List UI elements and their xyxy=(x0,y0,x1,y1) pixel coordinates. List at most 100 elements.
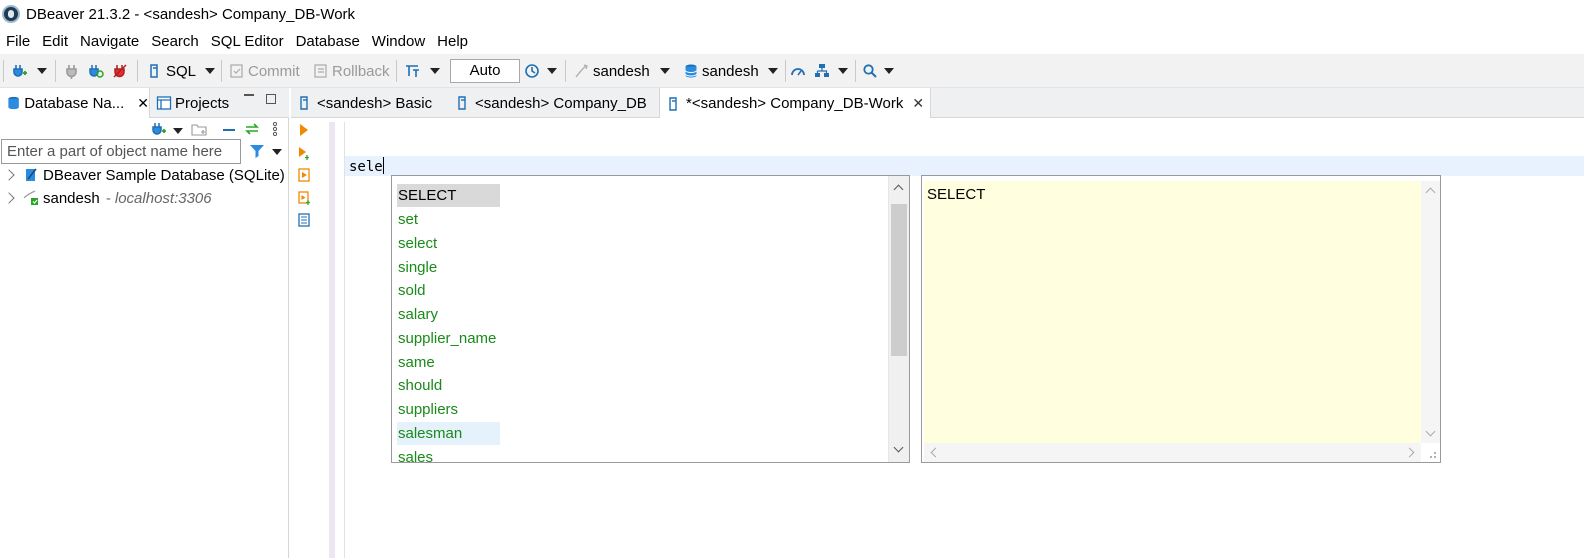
tab-projects-label: Projects xyxy=(175,94,230,112)
disconnect-button[interactable] xyxy=(112,60,128,82)
tab-sandesh-company-db[interactable]: <sandesh> Company_DB xyxy=(449,88,647,118)
tab-label: <sandesh> Basic xyxy=(317,94,433,112)
code-line[interactable]: sele xyxy=(349,157,384,176)
scroll-up-icon[interactable] xyxy=(1425,187,1436,198)
datasource-dropdown[interactable] xyxy=(660,60,670,82)
diagram-icon xyxy=(815,64,829,77)
erd-button[interactable] xyxy=(814,60,830,82)
collapse-all-icon[interactable] xyxy=(223,129,235,131)
autocomplete-item[interactable]: same xyxy=(397,351,500,374)
autocomplete-item[interactable]: SELECT xyxy=(397,184,500,207)
transaction-mode-icon xyxy=(406,65,419,77)
title-bar: DBeaver 21.3.2 - <sandesh> Company_DB-Wo… xyxy=(0,0,1584,30)
sql-button-label: SQL xyxy=(166,62,197,80)
tab-database-navigator[interactable]: Database Na... ✕ xyxy=(0,88,150,118)
toolbar-separator xyxy=(785,60,786,82)
rollback-button[interactable]: Rollback xyxy=(313,60,390,82)
toolbar-separator xyxy=(3,60,4,82)
sql-editor-button[interactable]: SQL xyxy=(147,60,196,82)
chevron-down-icon[interactable] xyxy=(173,128,183,134)
close-icon[interactable]: ✕ xyxy=(137,95,149,112)
main-toolbar: SQL Commit Rollback sandesh sandesh xyxy=(0,54,1584,88)
autocomplete-item[interactable]: salesman xyxy=(397,422,500,445)
menu-help[interactable]: Help xyxy=(431,30,474,54)
maximize-icon[interactable] xyxy=(266,94,276,104)
new-folder-icon[interactable] xyxy=(191,121,207,137)
rollback-label: Rollback xyxy=(332,62,390,80)
autocomplete-item[interactable]: salary xyxy=(397,303,500,326)
search-dropdown[interactable] xyxy=(884,60,894,82)
new-connection-icon[interactable] xyxy=(150,121,166,137)
transaction-mode-button[interactable] xyxy=(404,60,420,82)
menu-navigate[interactable]: Navigate xyxy=(74,30,145,54)
commit-button[interactable]: Commit xyxy=(229,60,300,82)
active-schema-selector[interactable]: sandesh xyxy=(683,60,759,82)
autocomplete-scrollbar[interactable] xyxy=(888,176,909,462)
close-icon[interactable]: ✕ xyxy=(912,95,930,112)
autocomplete-item[interactable]: sales xyxy=(397,446,500,462)
autocomplete-item[interactable]: select xyxy=(397,232,500,255)
gutter-divider xyxy=(344,122,345,558)
scrollbar-thumb[interactable] xyxy=(891,204,907,356)
scroll-right-icon[interactable] xyxy=(1404,447,1415,458)
minimize-icon[interactable] xyxy=(244,94,254,96)
schema-dropdown[interactable] xyxy=(768,60,778,82)
menu-window[interactable]: Window xyxy=(366,30,431,54)
active-datasource-selector[interactable]: sandesh xyxy=(574,60,650,82)
scroll-up-icon[interactable] xyxy=(893,184,904,195)
menu-bar: File Edit Navigate Search SQL Editor Dat… xyxy=(0,30,1584,54)
connect-button[interactable] xyxy=(64,60,80,82)
autocomplete-item[interactable]: suppliers xyxy=(397,398,500,421)
scroll-down-icon[interactable] xyxy=(1425,426,1436,437)
chevron-down-icon[interactable] xyxy=(272,149,282,155)
menu-file[interactable]: File xyxy=(0,30,36,54)
tab-sandesh-basic[interactable]: <sandesh> Basic xyxy=(291,88,432,118)
info-horizontal-scrollbar[interactable] xyxy=(924,443,1421,462)
autocomplete-item[interactable]: set xyxy=(397,208,500,231)
dashboard-button[interactable] xyxy=(790,60,806,82)
autocomplete-item[interactable]: sold xyxy=(397,279,500,302)
execute-script-new-tab-icon[interactable] xyxy=(298,191,310,205)
autocomplete-item[interactable]: single xyxy=(397,256,500,279)
scroll-left-icon[interactable] xyxy=(930,447,941,458)
history-icon xyxy=(525,64,539,78)
menu-search[interactable]: Search xyxy=(145,30,205,54)
autocomplete-item[interactable]: should xyxy=(397,374,500,397)
menu-database[interactable]: Database xyxy=(290,30,366,54)
info-vertical-scrollbar[interactable] xyxy=(1421,181,1440,443)
tree-item-sandesh[interactable]: sandesh - localhost:3306 xyxy=(0,187,212,209)
transaction-mode-dropdown[interactable] xyxy=(430,60,440,82)
filter-icon[interactable] xyxy=(249,143,265,159)
explain-plan-icon[interactable] xyxy=(298,213,310,227)
menu-edit[interactable]: Edit xyxy=(36,30,74,54)
reconnect-button[interactable] xyxy=(88,60,104,82)
new-connection-dropdown[interactable] xyxy=(37,60,47,82)
tree-item-sample-database[interactable]: DBeaver Sample Database (SQLite) xyxy=(0,164,285,186)
search-button[interactable] xyxy=(862,60,878,82)
chevron-down-icon xyxy=(660,68,670,74)
tab-sandesh-company-db-work[interactable]: *<sandesh> Company_DB-Work ✕ xyxy=(659,88,932,119)
execute-in-new-tab-icon[interactable] xyxy=(298,146,310,160)
code-text: sele xyxy=(349,159,383,175)
autocomplete-popup[interactable]: SELECT set select single sold salary sup… xyxy=(391,175,910,463)
transaction-mode-field[interactable]: Auto xyxy=(450,59,520,83)
autocomplete-item[interactable]: supplier_name xyxy=(397,327,500,350)
history-dropdown[interactable] xyxy=(547,60,557,82)
expand-arrow-icon[interactable] xyxy=(3,192,15,204)
expand-arrow-icon[interactable] xyxy=(3,169,15,181)
more-options-icon[interactable] xyxy=(272,122,278,136)
tab-projects[interactable]: Projects xyxy=(152,88,229,118)
projects-icon xyxy=(156,96,172,110)
link-with-editor-icon[interactable] xyxy=(244,121,260,137)
resize-grip-icon[interactable] xyxy=(1427,449,1437,459)
plug-disconnect-icon xyxy=(113,64,127,78)
new-connection-button[interactable] xyxy=(11,60,27,82)
history-button[interactable] xyxy=(524,60,540,82)
execute-script-icon[interactable] xyxy=(298,168,310,182)
sql-dropdown[interactable] xyxy=(205,60,215,82)
navigator-filter-input[interactable] xyxy=(1,139,241,164)
erd-dropdown[interactable] xyxy=(838,60,848,82)
execute-statement-icon[interactable] xyxy=(298,123,310,137)
scroll-down-icon[interactable] xyxy=(893,442,904,453)
menu-sql-editor[interactable]: SQL Editor xyxy=(205,30,290,54)
